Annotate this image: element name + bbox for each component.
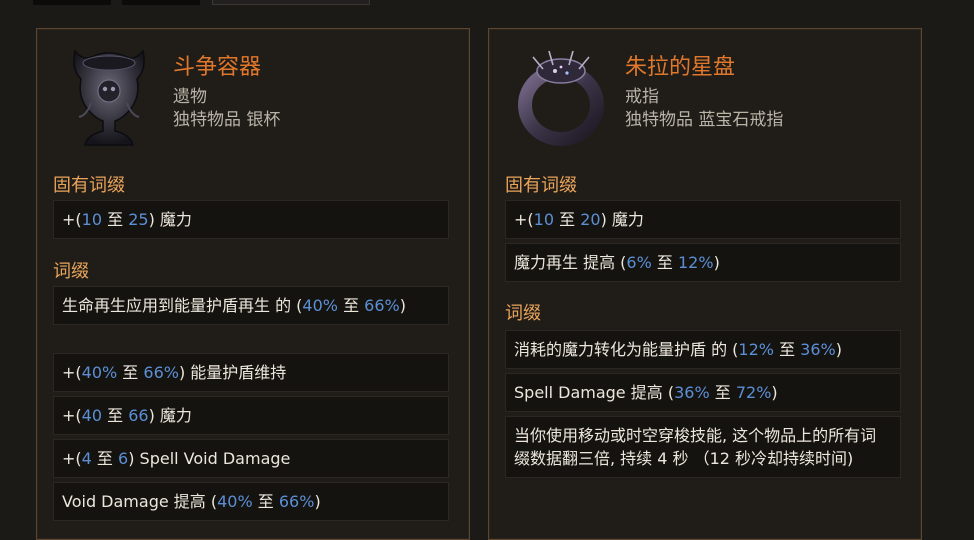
explicit-section-title: 词缀 [53, 261, 89, 282]
explicit-row: +(40 至 66) 魔力 [53, 396, 449, 435]
explicit-row: +(4 至 6) Spell Void Damage [53, 439, 449, 478]
implicit-section-title: 固有词缀 [53, 175, 125, 196]
explicit-row: 生命再生应用到能量护盾再生 的 (40% 至 66%) [53, 286, 449, 325]
item-rarity: 独特物品 蓝宝石戒指 [625, 110, 784, 130]
explicit-section-title: 词缀 [505, 303, 541, 324]
implicit-row: +(10 至 25) 魔力 [53, 200, 449, 239]
item-type: 戒指 [625, 87, 659, 107]
item-rarity: 独特物品 银杯 [173, 110, 281, 130]
top-tab-1[interactable] [33, 0, 111, 5]
sapphire-ring-icon [513, 43, 609, 153]
explicit-row: 当你使用移动或时空穿梭技能, 这个物品上的所有词缀数据翻三倍, 持续 4 秒 （… [505, 416, 901, 478]
explicit-row: 消耗的魔力转化为能量护盾 的 (12% 至 36%) [505, 330, 901, 369]
item-type: 遗物 [173, 87, 207, 107]
explicit-row: Spell Damage 提高 (36% 至 72%) [505, 373, 901, 412]
top-tab-2[interactable] [122, 0, 200, 5]
item-card-ring[interactable]: 朱拉的星盘 戒指 独特物品 蓝宝石戒指 固有词缀 +(10 至 20) 魔力 魔… [488, 28, 922, 540]
item-name: 朱拉的星盘 [625, 55, 736, 80]
top-tab-3[interactable] [212, 0, 370, 5]
implicit-row: +(10 至 20) 魔力 [505, 200, 901, 239]
silver-cup-icon [61, 43, 157, 153]
explicit-row: +(40% 至 66%) 能量护盾维持 [53, 353, 449, 392]
explicit-row: Void Damage 提高 (40% 至 66%) [53, 482, 449, 521]
implicit-row: 魔力再生 提高 (6% 至 12%) [505, 243, 901, 282]
item-name: 斗争容器 [173, 55, 262, 80]
implicit-section-title: 固有词缀 [505, 175, 577, 196]
top-tab-strip [0, 0, 974, 6]
item-card-vessel[interactable]: 斗争容器 遗物 独特物品 银杯 固有词缀 +(10 至 25) 魔力 词缀 生命… [36, 28, 470, 540]
